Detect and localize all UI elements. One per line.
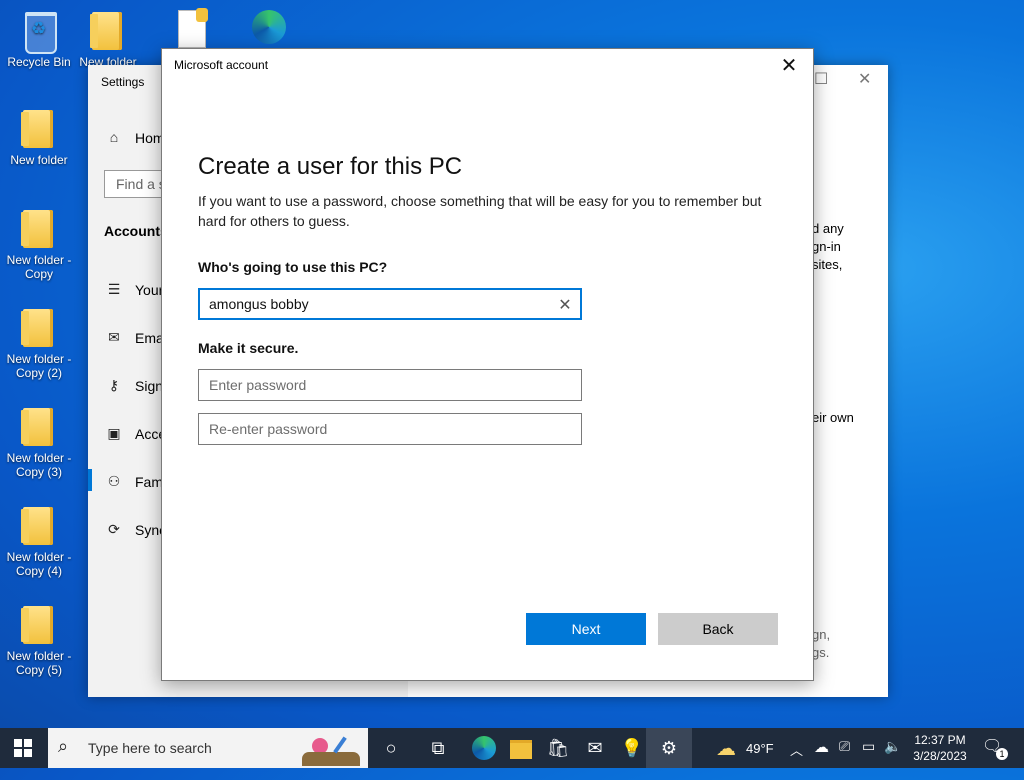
- settings-section-title: Accounts: [104, 223, 168, 239]
- weather-widget[interactable]: ☁ 49°F: [712, 728, 782, 768]
- home-icon: ⌂: [109, 129, 119, 145]
- taskbar-search-box[interactable]: ⌕ Type here to search: [48, 728, 368, 768]
- desktop-icon-new-folder-copy-2[interactable]: New folder - Copy (2): [1, 305, 77, 380]
- volume-muted-icon[interactable]: 🔈: [884, 738, 901, 778]
- sidebar-item-label: Your: [135, 282, 164, 298]
- locked-file-icon: [170, 8, 210, 52]
- maximize-icon[interactable]: ☐: [814, 69, 828, 89]
- desktop-icon-new-folder-top[interactable]: New folder: [78, 8, 138, 69]
- dialog-title: Microsoft account: [174, 58, 269, 72]
- sidebar-item-label: Sign: [135, 378, 164, 394]
- family-icon: ⚇: [107, 473, 121, 489]
- network-icon[interactable]: ▭: [862, 738, 875, 778]
- dialog-description: If you want to use a password, choose so…: [198, 193, 762, 229]
- key-icon: ⚷: [108, 377, 120, 393]
- folder-icon: [19, 305, 59, 349]
- folder-icon: [88, 8, 128, 52]
- task-view-icon[interactable]: ⧉: [415, 728, 461, 768]
- body-text-line: gn,: [812, 627, 831, 642]
- desktop-icon-label: New folder - Copy (2): [6, 352, 72, 380]
- settings-taskbar-icon[interactable]: ⚙: [646, 728, 692, 768]
- page-title: Create a user for this PC: [198, 153, 463, 181]
- desktop-icon-label: New folder: [10, 153, 68, 167]
- body-text-line: gs.: [812, 645, 830, 660]
- desktop-icon-new-folder-copy-4[interactable]: New folder - Copy (4): [1, 503, 77, 578]
- username-input[interactable]: [198, 288, 582, 320]
- folder-icon: [19, 206, 59, 250]
- cortana-icon[interactable]: ○: [368, 728, 414, 768]
- settings-body-text: d any gn-in sites,: [812, 220, 844, 274]
- desktop-icon-label: New folder - Copy: [6, 253, 72, 281]
- weather-temp: 49°F: [746, 741, 774, 756]
- folder-icon: [19, 602, 59, 646]
- desktop-icon-label: New folder - Copy (4): [6, 550, 72, 578]
- desktop-icon-new-folder-copy[interactable]: New folder - Copy: [1, 206, 77, 281]
- body-text-line: d any: [812, 221, 844, 236]
- microsoft-account-dialog: Microsoft account ✕ Create a user for th…: [161, 48, 814, 681]
- back-button[interactable]: Back: [658, 613, 778, 645]
- clock-time: 12:37 PM: [914, 733, 966, 747]
- cloud-sun-icon: ☁: [716, 738, 736, 760]
- folder-icon: [19, 106, 59, 150]
- sidebar-item-label: Fam: [135, 474, 163, 490]
- reenter-password-input[interactable]: [198, 413, 582, 445]
- find-setting-placeholder: Find a s: [116, 176, 166, 192]
- close-icon[interactable]: ✕: [771, 51, 807, 81]
- edge-browser-icon: [246, 8, 286, 52]
- sync-icon: ⟳: [108, 521, 120, 537]
- password-input[interactable]: [198, 369, 582, 401]
- close-icon[interactable]: ✕: [858, 69, 871, 89]
- taskbar: ⌕ Type here to search ○ ⧉ 🛍 ✉ 💡 ⚙ ☁ 49°F…: [0, 728, 1024, 768]
- desktop-icon-label: New folder - Copy (5): [6, 649, 72, 677]
- recycle-bin-icon: [19, 8, 59, 54]
- folder-icon: [19, 404, 59, 448]
- onedrive-icon[interactable]: ☁: [814, 738, 829, 778]
- desktop-icon-new-folder-copy-5[interactable]: New folder - Copy (5): [1, 602, 77, 677]
- desktop-icon-recycle-bin[interactable]: Recycle Bin: [1, 8, 77, 69]
- briefcase-icon: ▣: [107, 425, 121, 441]
- body-text-line: sites,: [812, 257, 843, 272]
- clock-date: 3/28/2023: [913, 749, 967, 763]
- start-button[interactable]: [0, 728, 46, 768]
- search-placeholder: Type here to search: [88, 740, 212, 756]
- notification-center-icon[interactable]: 🗨 1: [982, 736, 1012, 776]
- desktop-icon-new-folder[interactable]: New folder: [1, 106, 77, 167]
- windows-logo-icon: [14, 739, 32, 757]
- folder-icon: [19, 503, 59, 547]
- settings-footer-text: gn, gs.: [812, 626, 830, 662]
- settings-title: Settings: [101, 75, 145, 89]
- email-icon: ✉: [108, 329, 120, 345]
- next-button[interactable]: Next: [526, 613, 646, 645]
- show-hidden-icons[interactable]: ︿: [790, 740, 803, 780]
- desktop-icon-new-folder-copy-3[interactable]: New folder - Copy (3): [1, 404, 77, 479]
- who-label: Who's going to use this PC?: [198, 259, 388, 275]
- sidebar-item-label: Ema: [135, 330, 164, 346]
- search-highlight-illustration: [298, 732, 364, 766]
- secure-label: Make it secure.: [198, 340, 299, 356]
- your-info-icon: ☰: [107, 281, 121, 297]
- clear-text-icon[interactable]: ✕: [557, 295, 573, 315]
- taskbar-clock[interactable]: 12:37 PM 3/28/2023: [902, 732, 978, 764]
- search-icon: ⌕: [58, 736, 69, 756]
- desktop-icon-label: New folder - Copy (3): [6, 451, 72, 479]
- body-text-line: eir own: [812, 410, 854, 425]
- meet-now-icon[interactable]: ⎚: [839, 738, 850, 778]
- body-text-line: gn-in: [812, 239, 841, 254]
- notification-badge: 1: [996, 748, 1008, 760]
- desktop-icon-label: Recycle Bin: [7, 55, 71, 69]
